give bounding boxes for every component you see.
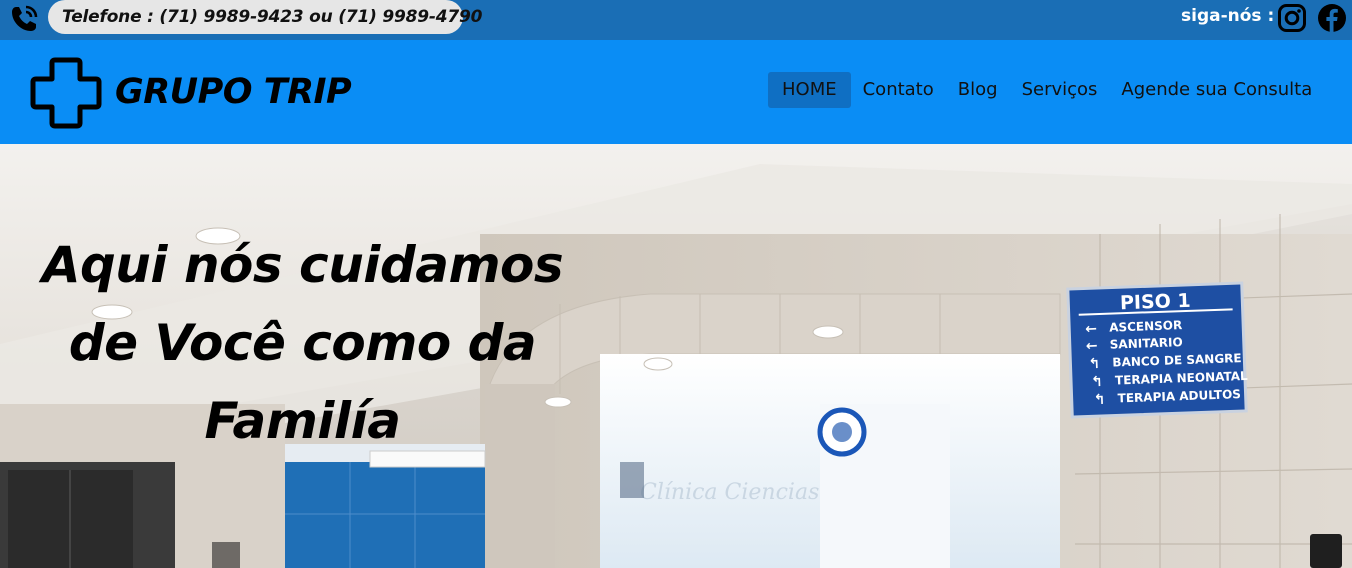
main-nav: HOME Contato Blog Serviços Agende sua Co… — [768, 72, 1324, 108]
svg-text:←: ← — [1085, 321, 1097, 337]
svg-text:↰: ↰ — [1091, 374, 1103, 390]
instagram-icon[interactable] — [1277, 3, 1307, 33]
hero-section: Clínica Ciencias PISO 1 ASCENSOR SANITAR… — [0, 144, 1352, 568]
facebook-icon[interactable] — [1317, 3, 1347, 33]
phone-icon — [12, 5, 38, 31]
svg-text:←: ← — [1086, 338, 1098, 354]
sign-title: PISO 1 — [1120, 290, 1191, 314]
nav-item-servicos[interactable]: Serviços — [1010, 72, 1110, 108]
medical-cross-icon[interactable] — [28, 55, 104, 131]
sign-line: SANITARIO — [1110, 335, 1183, 352]
phone-number-text: Telefone : (71) 9989-9423 ou (71) 9989-4… — [62, 7, 483, 27]
sign-line: ASCENSOR — [1109, 318, 1183, 335]
floor-directory-sign: PISO 1 ASCENSOR SANITARIO BANCO DE SANGR… — [1066, 281, 1248, 419]
hero-headline: Aqui nós cuidamos de Você como da Familí… — [41, 236, 564, 450]
svg-text:↰: ↰ — [1093, 392, 1105, 408]
svg-text:↰: ↰ — [1088, 356, 1100, 372]
nav-item-home[interactable]: HOME — [768, 72, 851, 108]
brand-name[interactable]: GRUPO TRIP — [115, 72, 352, 112]
top-bar: Telefone : (71) 9989-9423 ou (71) 9989-4… — [0, 0, 1352, 40]
nav-item-blog[interactable]: Blog — [946, 72, 1010, 108]
site-header: GRUPO TRIP HOME Contato Blog Serviços Ag… — [0, 40, 1352, 144]
phone-number-pill[interactable]: Telefone : (71) 9989-9423 ou (71) 9989-4… — [48, 0, 482, 34]
nav-item-contato[interactable]: Contato — [851, 72, 946, 108]
follow-us-label: siga-nós : — [1181, 6, 1275, 26]
nav-item-agende-consulta[interactable]: Agende sua Consulta — [1109, 72, 1324, 108]
glass-text: Clínica Ciencias — [640, 480, 819, 505]
